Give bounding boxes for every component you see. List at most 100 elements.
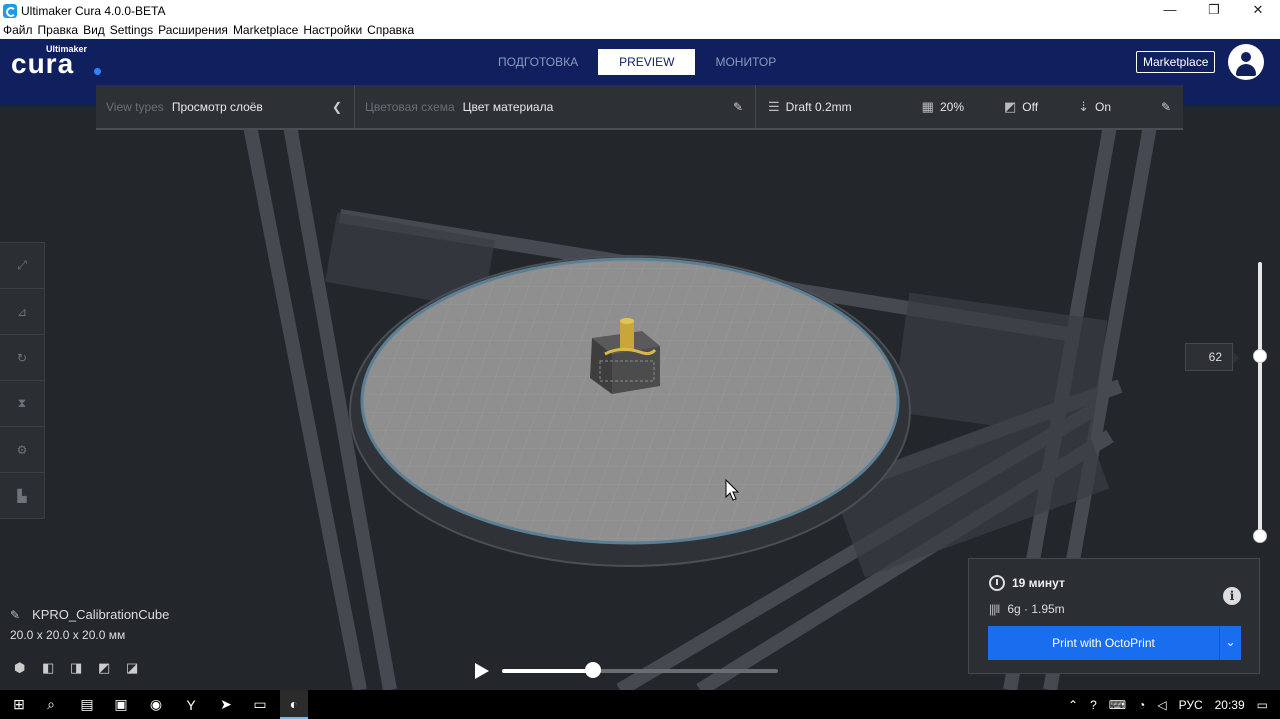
marketplace-button[interactable]: Marketplace — [1136, 51, 1216, 73]
adhesion-icon: ⇣ — [1078, 98, 1089, 114]
notifications-icon[interactable]: ▭ — [1257, 698, 1268, 712]
print-settings-summary[interactable]: ☰ Draft 0.2mm ▦ 20% ◩ Off ⇣ On ✎ — [756, 85, 1183, 128]
support-blocker-icon: ▙ — [17, 489, 27, 503]
tray-up-arrow-icon[interactable]: ⌃ — [1068, 698, 1078, 712]
layer-slider-upper-handle[interactable] — [1253, 349, 1267, 363]
pencil-icon: ✎ — [732, 99, 743, 114]
menu-edit[interactable]: Правка — [38, 23, 79, 37]
cura-logo-dot — [94, 68, 101, 75]
menu-preferences[interactable]: Настройки — [303, 23, 362, 37]
wifi-icon[interactable]: ◔ — [1138, 698, 1145, 712]
profile-layers-icon: ☰ — [768, 98, 780, 114]
object-info: ✎ KPRO_CalibrationCube 20.0 x 20.0 x 20.0… — [10, 607, 169, 642]
volume-icon[interactable]: ◁ — [1157, 698, 1166, 712]
view-3d-icon[interactable]: ⬢ — [14, 660, 32, 676]
menu-extensions[interactable]: Расширения — [158, 23, 228, 37]
menu-settings[interactable]: Settings — [110, 23, 153, 37]
view-types-value: Просмотр слоёв — [171, 99, 263, 114]
close-button[interactable]: ✕ — [1236, 0, 1280, 21]
view-left-icon[interactable]: ◩ — [98, 660, 116, 676]
user-body-icon — [1236, 64, 1256, 76]
scale-icon: ⊿ — [16, 304, 28, 319]
language-indicator[interactable]: РУС — [1179, 698, 1203, 712]
simulation-progress-fill — [502, 669, 594, 673]
play-simulation-button[interactable] — [475, 663, 489, 679]
object-dimensions: 20.0 x 20.0 x 20.0 мм — [10, 628, 126, 642]
color-scheme-label: Цветовая схема — [365, 99, 455, 114]
system-tray: ⌃ ? ⌨ ◔ ◁ РУС 20:39 ▭ — [1068, 690, 1280, 719]
rotate-tool-button[interactable]: ↻ — [0, 335, 44, 381]
windows-taskbar: ⊞ ⌕ ▤ ▣ ◉ Y ➤ ▭ ◐ ⌃ ? ⌨ ◔ ◁ РУС 20:39 ▭ — [0, 690, 1280, 719]
layer-number-input[interactable]: 62 — [1185, 343, 1240, 371]
profile-item: ☰ Draft 0.2mm — [768, 99, 852, 115]
support-value: Off — [1022, 99, 1039, 114]
mirror-tool-button[interactable]: ⧗ — [0, 381, 44, 427]
account-avatar[interactable] — [1228, 44, 1264, 80]
infill-item: ▦ 20% — [922, 99, 964, 115]
tray-input-icon[interactable]: ⌨ — [1109, 698, 1126, 712]
tray-help-icon[interactable]: ? — [1090, 698, 1097, 712]
view-top-icon[interactable]: ◨ — [70, 660, 88, 676]
restore-button[interactable]: ❐ — [1192, 0, 1236, 21]
simulation-slider-handle[interactable] — [585, 662, 602, 678]
adhesion-value: On — [1095, 99, 1112, 114]
clock-icon — [989, 575, 1005, 591]
tool-panel: ⤢ ⊿ ↻ ⧗ ⚙ ▙ — [0, 242, 45, 519]
spool-icon: |||‖ — [989, 602, 1000, 616]
tab-monitor[interactable]: МОНИТОР — [703, 49, 788, 75]
move-tool-button[interactable]: ⤢ — [0, 243, 44, 289]
camera-view-buttons: ⬢ ◧ ◨ ◩ ◪ — [14, 660, 154, 676]
material-usage-value: 6g · 1.95m — [1007, 602, 1065, 616]
print-time: 19 минут — [989, 575, 1065, 591]
menu-file[interactable]: Файл — [3, 23, 33, 37]
infill-icon: ▦ — [921, 98, 934, 114]
color-scheme-dropdown[interactable]: Цветовая схема Цвет материала ✎ — [355, 85, 756, 128]
layer-slider-track[interactable] — [1258, 262, 1262, 538]
support-icon: ◩ — [1004, 98, 1017, 114]
menu-help[interactable]: Справка — [367, 23, 414, 37]
simulation-slider-track[interactable] — [502, 669, 778, 673]
tab-preview[interactable]: PREVIEW — [598, 49, 696, 75]
info-icon[interactable]: i — [1223, 587, 1241, 605]
chrome-icon[interactable]: ◉ — [142, 690, 170, 719]
file-explorer-icon[interactable]: ▭ — [246, 690, 274, 719]
chevron-left-icon: ❮ — [331, 99, 342, 114]
save-app-icon[interactable]: ▣ — [107, 690, 135, 719]
user-head-icon — [1241, 52, 1251, 62]
view-right-icon[interactable]: ◪ — [126, 660, 144, 676]
object-name: KPRO_CalibrationCube — [32, 607, 170, 622]
scale-tool-button[interactable]: ⊿ — [0, 289, 44, 335]
profile-value: Draft 0.2mm — [785, 99, 852, 114]
menu-marketplace[interactable]: Marketplace — [233, 23, 298, 37]
tab-prepare[interactable]: ПОДГОТОВКА — [486, 49, 590, 75]
material-usage: |||‖ 6g · 1.95m — [989, 602, 1065, 616]
per-model-settings-icon: ⚙ — [16, 442, 28, 457]
search-icon[interactable]: ⌕ — [37, 690, 65, 719]
telegram-icon[interactable]: ➤ — [212, 690, 240, 719]
view-types-label: View types — [106, 99, 164, 114]
menu-bar: Файл Правка Вид Settings Расширения Mark… — [0, 21, 1280, 39]
yandex-browser-icon[interactable]: Y — [177, 690, 205, 719]
infill-value: 20% — [939, 99, 964, 114]
color-scheme-value: Цвет материала — [462, 99, 554, 114]
menu-view[interactable]: Вид — [83, 23, 105, 37]
pencil-icon[interactable]: ✎ — [10, 608, 20, 622]
view-types-dropdown[interactable]: View types Просмотр слоёв ❮ — [96, 85, 355, 128]
print-options-chevron-down-icon[interactable]: ⌄ — [1219, 626, 1241, 660]
per-model-settings-button[interactable]: ⚙ — [0, 427, 44, 473]
start-windows-icon[interactable]: ⊞ — [5, 690, 33, 719]
stage-tabs: ПОДГОТОВКА PREVIEW МОНИТОР — [486, 49, 796, 75]
title-bar: Ultimaker Cura 4.0.0-BETA — ❐ ✕ — [0, 0, 1280, 21]
adhesion-item: ⇣ On — [1078, 99, 1111, 115]
support-item: ◩ Off — [1004, 99, 1038, 115]
pencil-icon: ✎ — [1160, 99, 1171, 114]
minimize-button[interactable]: — — [1148, 0, 1192, 21]
clock[interactable]: 20:39 — [1215, 698, 1245, 712]
print-summary-panel: 19 минут |||‖ 6g · 1.95m i Print with Oc… — [968, 558, 1260, 674]
view-front-icon[interactable]: ◧ — [42, 660, 60, 676]
layer-slider-lower-handle[interactable] — [1253, 529, 1267, 543]
support-blocker-button[interactable]: ▙ — [0, 473, 44, 519]
cura-taskbar-icon[interactable]: ◐ — [280, 690, 308, 719]
print-with-octoprint-button[interactable]: Print with OctoPrint — [988, 626, 1219, 660]
notepad-icon[interactable]: ▤ — [73, 690, 101, 719]
